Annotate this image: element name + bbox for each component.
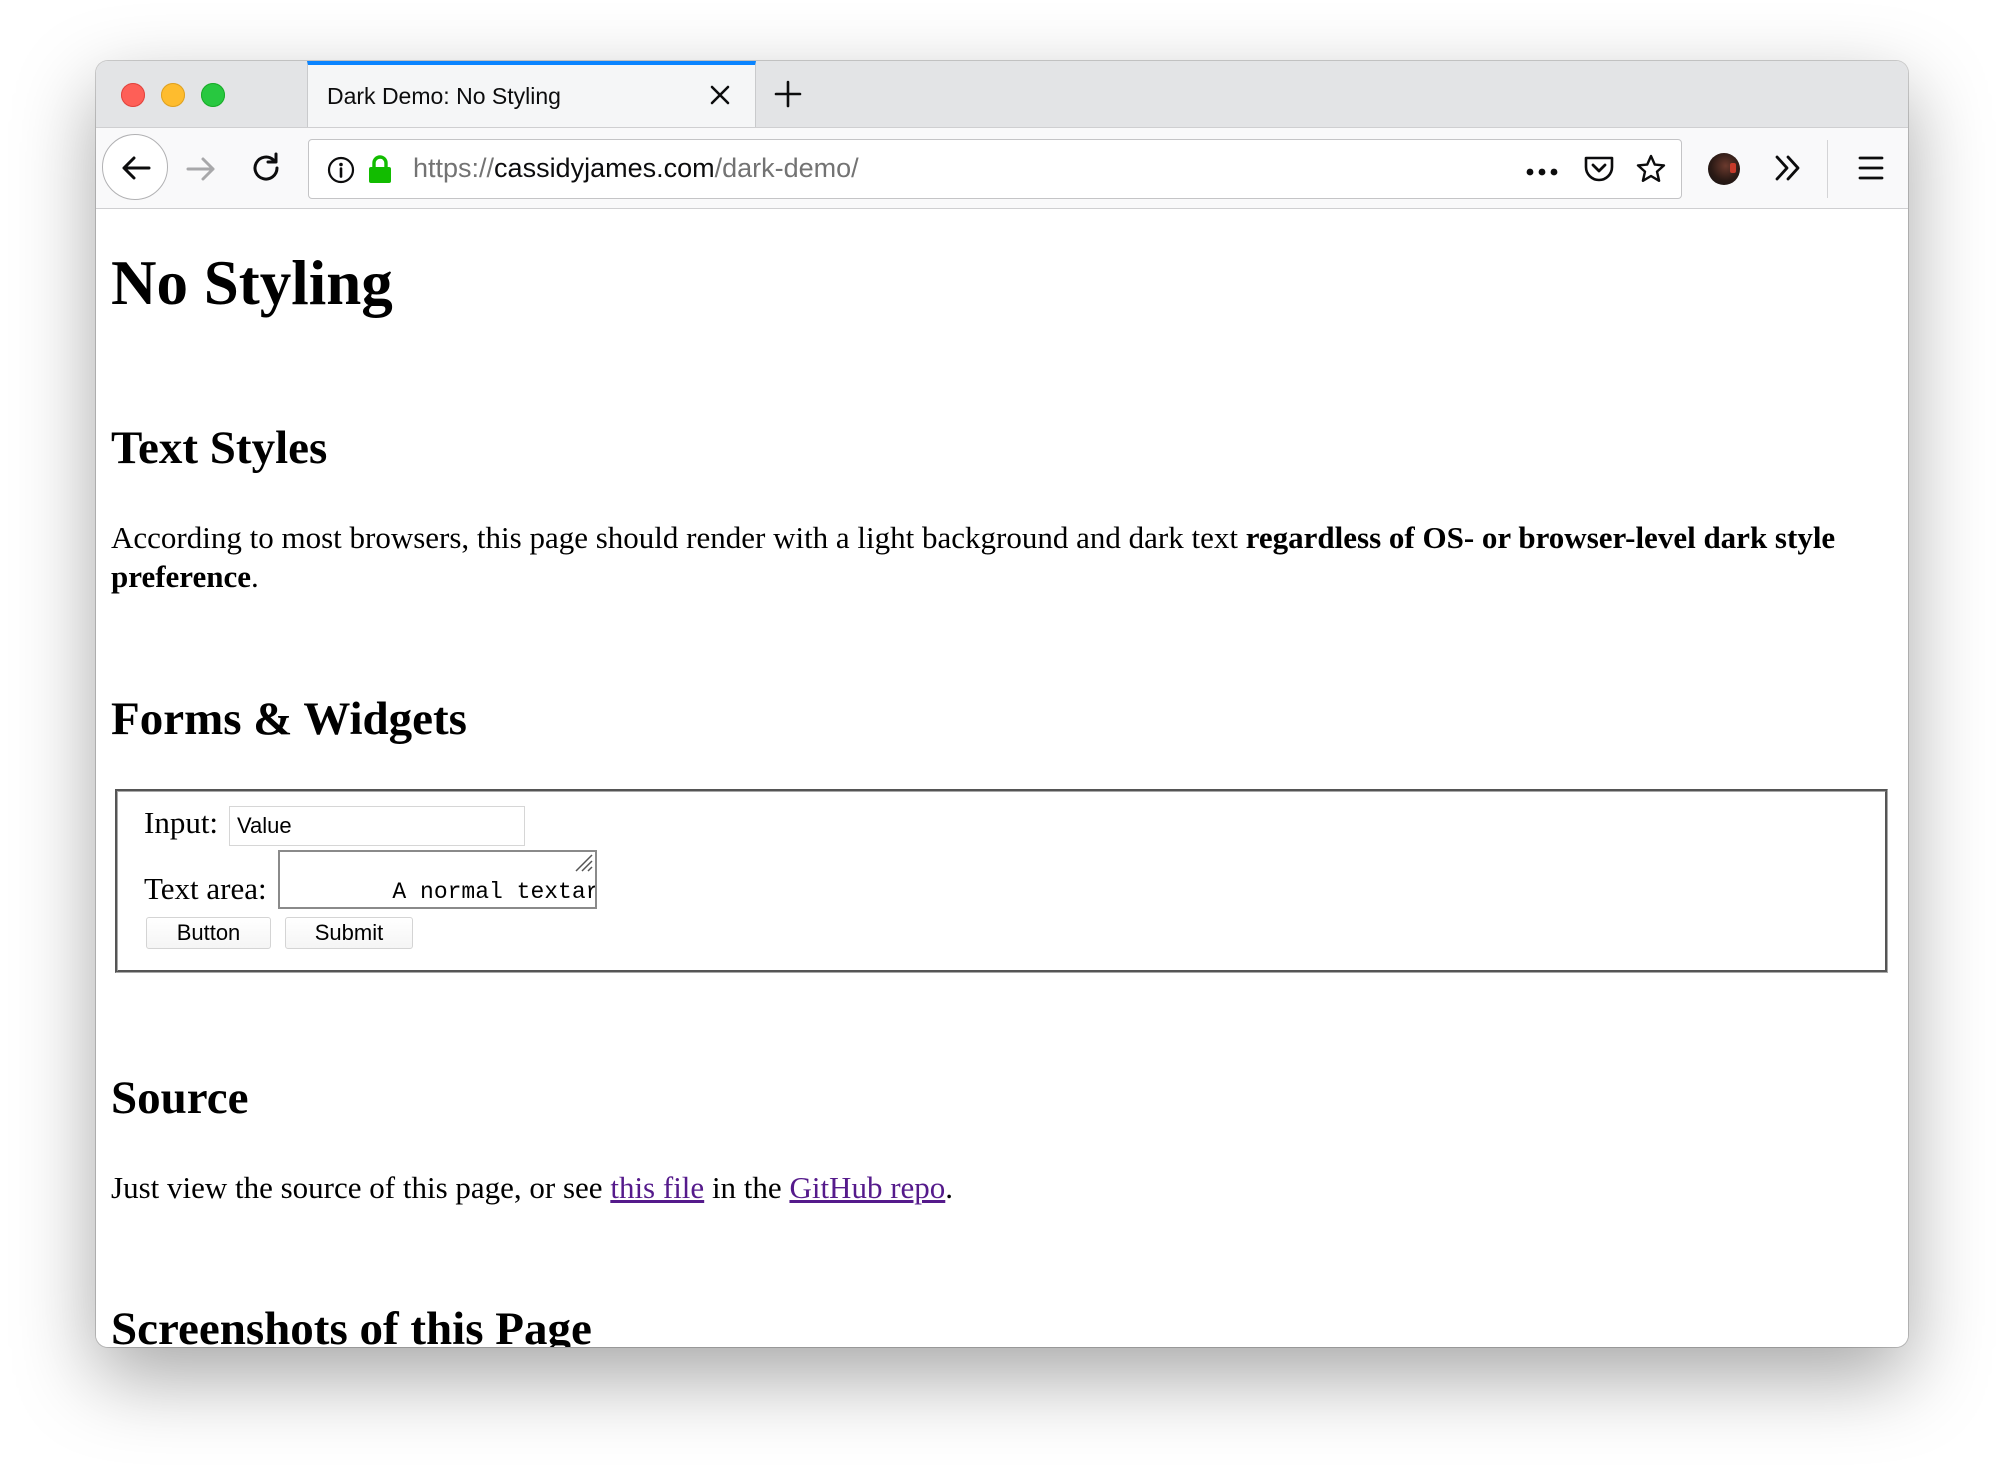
toolbar-separator [1827, 140, 1828, 198]
plus-icon[interactable] [773, 79, 803, 109]
hamburger-icon[interactable] [1856, 154, 1886, 187]
browser-window: Dark Demo: No Styling https://cassidyjam… [96, 61, 1908, 1347]
pocket-icon[interactable] [1583, 154, 1615, 189]
text-styles-paragraph: According to most browsers, this page sh… [111, 518, 1901, 596]
tab-active[interactable]: Dark Demo: No Styling [307, 61, 756, 127]
page-title: No Styling [111, 248, 393, 318]
text-styles-end: . [251, 559, 259, 594]
info-icon[interactable] [327, 156, 355, 189]
page-content: No Styling Text Styles According to most… [96, 209, 1908, 1347]
source-paragraph: Just view the source of this page, or se… [111, 1168, 953, 1207]
github-repo-link[interactable]: GitHub repo [789, 1170, 945, 1205]
resize-grip-icon[interactable] [432, 852, 594, 906]
arrow-right-icon[interactable] [184, 152, 218, 191]
forms-heading: Forms & Widgets [111, 693, 467, 745]
tab-strip: Dark Demo: No Styling [96, 61, 1908, 127]
more-dots-icon[interactable] [1525, 164, 1559, 182]
this-file-link[interactable]: this file [610, 1170, 704, 1205]
star-icon[interactable] [1635, 153, 1667, 190]
url-bar[interactable]: https://cassidyjames.com/dark-demo/ [308, 139, 1682, 199]
textarea-field[interactable]: A normal textarea [278, 850, 597, 909]
button[interactable]: Button [146, 917, 271, 949]
minimize-window-button[interactable] [161, 83, 185, 107]
avatar[interactable] [1708, 153, 1740, 185]
source-text-before: Just view the source of this page, or se… [111, 1170, 611, 1205]
text-input[interactable]: Value [229, 806, 525, 846]
url-scheme: https:// [413, 153, 495, 183]
source-text-end: . [945, 1170, 954, 1205]
chevron-double-right-icon[interactable] [1772, 152, 1804, 189]
form-fieldset: Input: Value Text area: A normal textare… [115, 789, 1888, 973]
text-styles-heading: Text Styles [111, 422, 328, 474]
close-icon[interactable] [707, 82, 733, 108]
source-heading: Source [111, 1072, 249, 1124]
input-label: Input: [144, 805, 219, 840]
lock-icon[interactable] [367, 154, 393, 189]
text-styles-plain: According to most browsers, this page sh… [111, 520, 1246, 555]
close-window-button[interactable] [121, 83, 145, 107]
submit-button[interactable]: Submit [285, 917, 413, 949]
tab-title: Dark Demo: No Styling [327, 83, 561, 109]
url-path: /dark-demo/ [714, 153, 859, 183]
back-button[interactable] [102, 134, 168, 200]
url-host: cassidyjames.com [494, 153, 715, 183]
textarea-label: Text area: [144, 871, 267, 906]
navigation-toolbar: https://cassidyjames.com/dark-demo/ [96, 127, 1908, 209]
source-text-middle: in the [704, 1170, 790, 1205]
reload-icon[interactable] [248, 150, 284, 191]
url-text[interactable]: https://cassidyjames.com/dark-demo/ [413, 153, 859, 184]
screenshots-heading: Screenshots of this Page [111, 1303, 592, 1347]
zoom-window-button[interactable] [201, 83, 225, 107]
